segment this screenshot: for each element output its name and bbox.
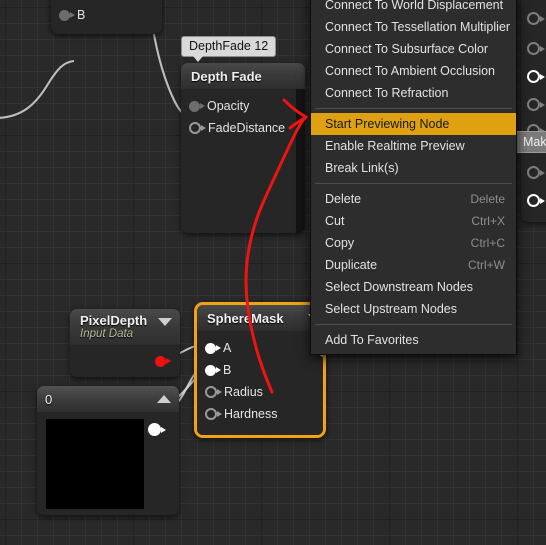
pin-row-opacity[interactable]: Opacity — [181, 95, 305, 117]
node-body — [37, 412, 179, 515]
preview-thumbnail — [46, 419, 144, 509]
menu-item-label: Connect To Tessellation Multiplier — [325, 20, 511, 34]
node-edge-shadow — [296, 89, 305, 233]
menu-item-shortcut: Ctrl+C — [470, 236, 505, 250]
pin-label: FadeDistance — [208, 121, 286, 135]
menu-item-label: Cut — [325, 214, 345, 228]
pin-label: B — [77, 8, 86, 22]
menu-item-add-to-favorites[interactable]: Add To Favorites — [311, 329, 516, 351]
node-title-text: 0 — [45, 391, 53, 407]
node-body: B — [51, 0, 162, 34]
menu-item-cut[interactable]: Cut Ctrl+X — [311, 210, 516, 232]
input-pin-icon[interactable] — [527, 98, 545, 111]
node-title-text: Depth Fade — [191, 68, 262, 84]
menu-item-shortcut: Delete — [470, 192, 505, 206]
node-sphere-mask[interactable]: SphereMask A B Radius Hardness — [194, 302, 326, 438]
pin-label: A — [223, 341, 232, 355]
menu-item-copy[interactable]: Copy Ctrl+C — [311, 232, 516, 254]
menu-item-connect-to-refraction[interactable]: Connect To Refraction — [311, 82, 516, 104]
pin-row-radius[interactable]: Radius — [197, 381, 323, 403]
menu-item-shortcut: Ctrl+W — [468, 258, 505, 272]
node-title[interactable]: 0 — [37, 386, 179, 412]
tooltip-depth-fade: DepthFade 12 — [181, 36, 277, 62]
input-pin-icon[interactable] — [527, 194, 545, 207]
pin-label: Hardness — [224, 407, 278, 421]
input-pin-icon[interactable] — [527, 42, 545, 55]
output-pin-icon[interactable] — [155, 355, 171, 367]
menu-item-label: Copy — [325, 236, 355, 250]
pin-row-b[interactable]: B — [197, 359, 323, 381]
pin-row-fadedistance[interactable]: FadeDistance — [181, 117, 305, 139]
node-constant-zero[interactable]: 0 — [37, 386, 179, 515]
pin-row[interactable]: B — [51, 4, 162, 26]
node-depth-fade[interactable]: Depth Fade Opacity FadeDistance — [181, 63, 305, 233]
pin-label: B — [223, 363, 232, 377]
menu-item-delete[interactable]: Delete Delete — [311, 188, 516, 210]
node-body: Opacity FadeDistance — [181, 89, 305, 233]
input-pin-icon[interactable] — [527, 166, 545, 179]
menu-item-connect-to-subsurface-color[interactable]: Connect To Subsurface Color — [311, 38, 516, 60]
node-subtitle: Input Data — [80, 328, 134, 340]
menu-item-select-downstream-nodes[interactable]: Select Downstream Nodes — [311, 276, 516, 298]
menu-item-connect-to-ambient-occlusion[interactable]: Connect To Ambient Occlusion — [311, 60, 516, 82]
input-pin-icon[interactable] — [205, 364, 221, 376]
node-right-fragment[interactable] — [521, 0, 546, 222]
node-title-text: PixelDepth — [80, 313, 148, 328]
menu-item-duplicate[interactable]: Duplicate Ctrl+W — [311, 254, 516, 276]
menu-item-select-upstream-nodes[interactable]: Select Upstream Nodes — [311, 298, 516, 320]
menu-item-shortcut: Ctrl+X — [471, 214, 505, 228]
node-body — [70, 345, 180, 377]
node-b-fragment[interactable]: B — [51, 0, 162, 34]
menu-item-connect-to-tessellation-multiplier[interactable]: Connect To Tessellation Multiplier — [311, 16, 516, 38]
chevron-down-icon[interactable] — [158, 318, 172, 326]
menu-item-label: Select Upstream Nodes — [325, 302, 458, 316]
menu-item-connect-to-world-displacement[interactable]: Connect To World Displacement — [311, 0, 516, 16]
menu-item-label: Select Downstream Nodes — [325, 280, 473, 294]
menu-separator — [315, 108, 512, 109]
input-pin-icon[interactable] — [205, 386, 222, 398]
pin-label: Opacity — [207, 99, 250, 113]
graph-canvas[interactable]: B Depth Fade Opacity FadeDistance DepthF… — [0, 0, 546, 545]
menu-item-break-link-s[interactable]: Break Link(s) — [311, 157, 516, 179]
tooltip-make-node: Mak — [515, 131, 546, 153]
menu-item-label: Connect To Ambient Occlusion — [325, 64, 496, 78]
menu-item-label: Delete — [325, 192, 362, 206]
menu-item-start-previewing-node[interactable]: Start Previewing Node — [311, 113, 516, 135]
menu-item-enable-realtime-preview[interactable]: Enable Realtime Preview — [311, 135, 516, 157]
menu-item-label: Connect To Subsurface Color — [325, 42, 489, 56]
menu-item-label: Break Link(s) — [325, 161, 399, 175]
menu-item-label: Connect To Refraction — [325, 86, 449, 100]
menu-separator — [315, 324, 512, 325]
pin-row-a[interactable]: A — [197, 337, 323, 359]
node-title-text: SphereMask — [207, 310, 284, 326]
menu-item-label: Add To Favorites — [325, 333, 419, 347]
menu-item-label: Duplicate — [325, 258, 378, 272]
node-title[interactable]: PixelDepth Input Data — [70, 309, 180, 345]
pin-row-hardness[interactable]: Hardness — [197, 403, 323, 425]
menu-item-label: Start Previewing Node — [325, 117, 450, 131]
node-title[interactable]: SphereMask — [197, 305, 323, 331]
node-pixel-depth[interactable]: PixelDepth Input Data — [70, 309, 180, 377]
input-pin-icon[interactable] — [205, 408, 222, 420]
input-pin-icon[interactable] — [189, 100, 205, 112]
node-body: A B Radius Hardness — [197, 331, 323, 435]
output-pin-icon[interactable] — [148, 423, 166, 436]
input-pin-icon[interactable] — [59, 9, 75, 21]
menu-separator — [315, 183, 512, 184]
input-pin-icon[interactable] — [189, 122, 206, 134]
input-pin-icon[interactable] — [205, 342, 221, 354]
chevron-up-icon[interactable] — [157, 395, 171, 403]
menu-item-label: Connect To World Displacement — [325, 0, 504, 12]
input-pin-icon[interactable] — [527, 12, 545, 25]
context-menu[interactable]: Connect To World Displacement Connect To … — [310, 0, 517, 355]
menu-item-label: Enable Realtime Preview — [325, 139, 465, 153]
pin-label: Radius — [224, 385, 263, 399]
node-title[interactable]: Depth Fade — [181, 63, 305, 89]
input-pin-icon[interactable] — [527, 70, 545, 83]
